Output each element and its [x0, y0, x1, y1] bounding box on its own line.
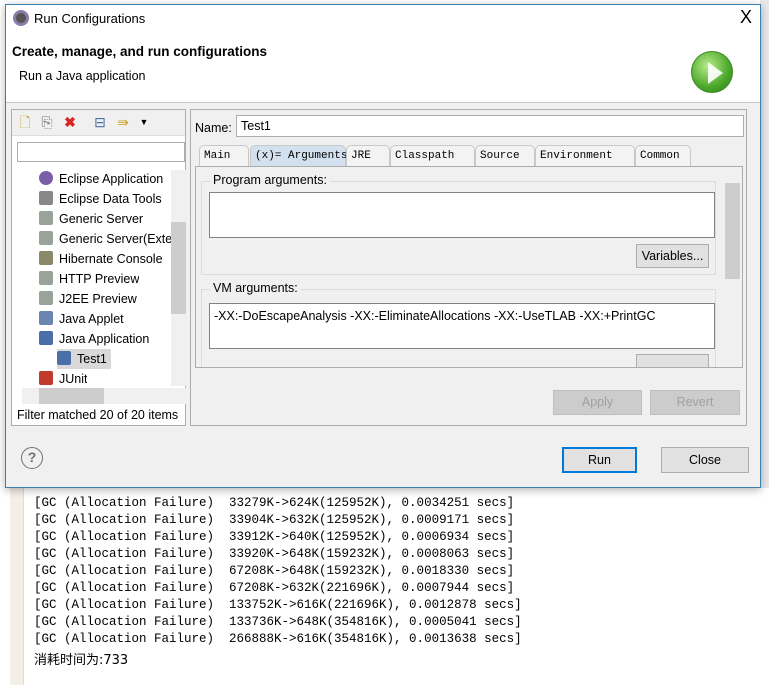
launch-type-icon: [39, 171, 53, 185]
tree-item-label: Eclipse Application: [59, 172, 164, 186]
console-line: [GC (Allocation Failure) 67208K->632K(22…: [34, 581, 515, 595]
title-bar: Run Configurations X: [6, 5, 760, 33]
tab-xarguments[interactable]: (x)= Arguments: [250, 145, 347, 167]
console-line: [GC (Allocation Failure) 33279K->624K(12…: [34, 496, 515, 510]
tree-item[interactable]: Generic Server(External): [39, 229, 171, 249]
console-line: [GC (Allocation Failure) 67208K->648K(15…: [34, 564, 515, 578]
apply-button[interactable]: Apply: [553, 390, 642, 415]
program-arguments-input[interactable]: [209, 192, 715, 238]
tree-item[interactable]: Hibernate Console: [39, 249, 163, 269]
tree-scroll-thumb[interactable]: [171, 222, 186, 314]
tree-item[interactable]: Generic Server: [39, 209, 143, 229]
console-gutter: [10, 488, 24, 685]
new-config-icon[interactable]: 🗋: [17, 114, 33, 130]
launch-type-icon: [39, 231, 53, 245]
duplicate-icon[interactable]: ⎘: [39, 114, 55, 130]
launch-type-icon: [39, 251, 53, 265]
tree-item-label: Generic Server(External): [59, 232, 171, 246]
vm-variables-button[interactable]: [636, 354, 709, 367]
program-arguments-label: Program arguments:: [210, 173, 330, 187]
tree-item-label: Java Application: [59, 332, 150, 346]
launch-type-icon: [39, 211, 53, 225]
configuration-tree-panel: 🗋 ⎘ ✖ ⊟ ⇛ ▼ Eclipse Application Eclipse D…: [11, 109, 186, 426]
vm-arguments-group: VM arguments: -XX:-DoEscapeAnalysis -XX:…: [201, 281, 716, 367]
help-icon[interactable]: ?: [21, 447, 43, 469]
tree-item-label: Test1: [77, 352, 107, 366]
tree-item-label: JUnit: [59, 372, 88, 386]
launch-type-icon: [57, 351, 71, 365]
name-input[interactable]: [236, 115, 744, 137]
tree-item[interactable]: Eclipse Data Tools: [39, 189, 162, 209]
revert-button[interactable]: Revert: [650, 390, 740, 415]
name-label: Name:: [195, 121, 232, 135]
tab-environment[interactable]: Environment: [535, 145, 635, 167]
launch-type-icon: [39, 291, 53, 305]
tab-jre[interactable]: JRE: [346, 145, 390, 167]
console-line: [GC (Allocation Failure) 33912K->640K(12…: [34, 530, 515, 544]
tree-hscroll-thumb[interactable]: [39, 388, 104, 404]
background-editor: [760, 0, 769, 488]
tree-item-label: Hibernate Console: [59, 252, 163, 266]
delete-icon[interactable]: ✖: [62, 114, 78, 130]
tree-item-label: Eclipse Data Tools: [59, 192, 162, 206]
tree-item-label: J2EE Preview: [59, 292, 137, 306]
elapsed-time-output: 消耗时间为:733: [34, 653, 129, 668]
console-line: [GC (Allocation Failure) 133736K->648K(3…: [34, 615, 522, 629]
configuration-editor: Name: Main(x)= ArgumentsJREClasspathSour…: [190, 109, 747, 426]
header-subtitle: Run a Java application: [19, 69, 146, 83]
tree-item[interactable]: Test1: [57, 349, 111, 369]
collapse-all-icon[interactable]: ⊟: [92, 114, 108, 130]
launch-type-icon: [39, 371, 53, 385]
launch-type-icon: [39, 271, 53, 285]
header-title: Create, manage, and run configurations: [12, 44, 268, 59]
run-icon: [691, 51, 733, 93]
tree-toolbar: 🗋 ⎘ ✖ ⊟ ⇛ ▼: [12, 110, 185, 136]
close-button[interactable]: Close: [661, 447, 749, 473]
run-configurations-dialog: Run Configurations X Create, manage, and…: [5, 4, 761, 488]
console-line: [GC (Allocation Failure) 33920K->648K(15…: [34, 547, 515, 561]
tree-item[interactable]: ⌄Java Application: [39, 329, 149, 349]
close-icon[interactable]: X: [736, 7, 756, 28]
tree-item-label: HTTP Preview: [59, 272, 140, 286]
arguments-tab-content: Program arguments: Variables... VM argum…: [195, 166, 743, 368]
variables-button[interactable]: Variables...: [636, 244, 709, 268]
tree-item[interactable]: JUnit: [39, 369, 87, 389]
filter-status: Filter matched 20 of 20 items: [17, 408, 179, 422]
vm-arguments-label: VM arguments:: [210, 281, 301, 295]
dialog-header: Create, manage, and run configurations R…: [6, 33, 760, 103]
tab-scroll-thumb[interactable]: [725, 183, 740, 279]
tree-item[interactable]: J2EE Preview: [39, 289, 137, 309]
tab-source[interactable]: Source: [475, 145, 535, 167]
tab-common[interactable]: Common: [635, 145, 691, 167]
tab-main[interactable]: Main: [199, 145, 249, 167]
tab-classpath[interactable]: Classpath: [390, 145, 475, 167]
launch-type-icon: [39, 191, 53, 205]
tree-item[interactable]: HTTP Preview: [39, 269, 139, 289]
filter-icon[interactable]: ⇛: [115, 114, 131, 130]
console-line: [GC (Allocation Failure) 266888K->616K(3…: [34, 632, 522, 646]
tree-item[interactable]: Java Applet: [39, 309, 124, 329]
launch-type-icon: [39, 331, 53, 345]
eclipse-gear-icon: [13, 10, 29, 26]
tree-item-label: Generic Server: [59, 212, 144, 226]
tree-item-label: Java Applet: [59, 312, 124, 326]
console-line: [GC (Allocation Failure) 33904K->632K(12…: [34, 513, 515, 527]
program-arguments-group: Program arguments: Variables...: [201, 173, 716, 275]
filter-input[interactable]: [17, 142, 185, 162]
launch-type-icon: [39, 311, 53, 325]
run-button[interactable]: Run: [562, 447, 637, 473]
vm-arguments-input[interactable]: -XX:-DoEscapeAnalysis -XX:-EliminateAllo…: [209, 303, 715, 349]
window-title: Run Configurations: [34, 11, 146, 26]
tree-item[interactable]: Eclipse Application: [39, 169, 163, 189]
console-line: [GC (Allocation Failure) 133752K->616K(2…: [34, 598, 522, 612]
chevron-down-icon[interactable]: ▼: [136, 114, 152, 130]
